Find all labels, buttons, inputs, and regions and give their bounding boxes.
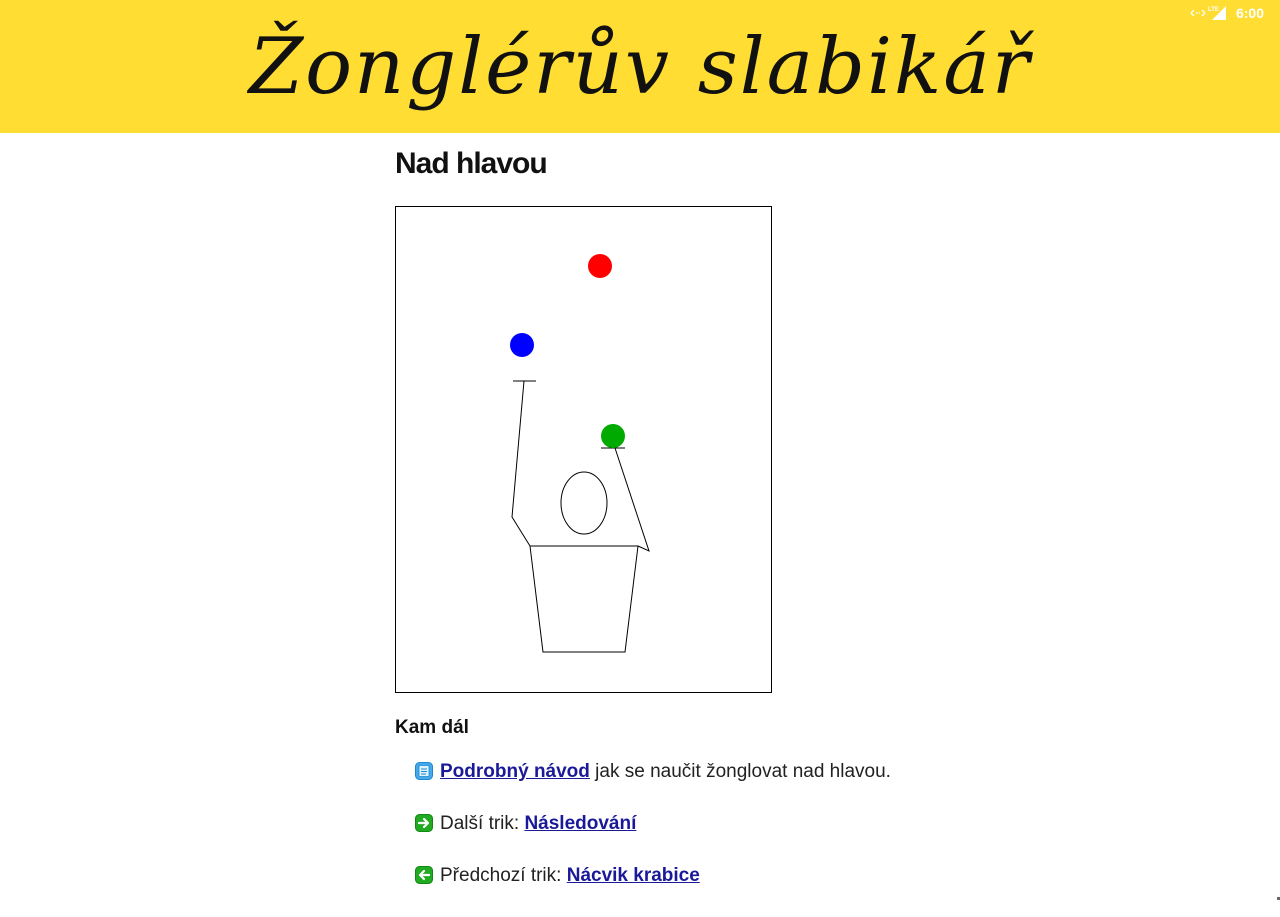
site-title[interactable]: Žonglérův slabikář (0, 12, 1280, 122)
juggler-head (561, 472, 607, 534)
previous-trick-link[interactable]: Nácvik krabice (567, 865, 700, 887)
juggler-right-arm (615, 448, 649, 551)
next-steps-heading: Kam dál (395, 717, 469, 739)
arrow-right-icon (415, 814, 433, 832)
list-item-previous-trick: Předchozí trik: Nácvik krabice (415, 865, 891, 917)
next-trick-link[interactable]: Následování (524, 813, 636, 835)
juggling-figure (395, 206, 772, 693)
next-steps-list: Podrobný návod jak se naučit žonglovat n… (415, 761, 891, 917)
detailed-guide-link[interactable]: Podrobný návod (440, 761, 590, 783)
site-header: LTE 6:00 Žonglérův slabikář (0, 0, 1280, 133)
list-item-next-trick: Další trik: Následování (415, 813, 891, 865)
item-prefix: Předchozí trik: (440, 865, 567, 887)
red-ball (588, 254, 612, 278)
list-item-detailed-guide: Podrobný návod jak se naučit žonglovat n… (415, 761, 891, 813)
document-icon (415, 762, 433, 780)
item-suffix: jak se naučit žonglovat nad hlavou. (590, 761, 891, 783)
item-prefix: Další trik: (440, 813, 524, 835)
juggler-body (530, 546, 638, 652)
arrow-left-icon (415, 866, 433, 884)
green-ball (601, 424, 625, 448)
juggler-left-arm (512, 381, 530, 546)
juggler-drawing (396, 207, 771, 692)
blue-ball (510, 333, 534, 357)
page-title: Nad hlavou (395, 147, 547, 181)
